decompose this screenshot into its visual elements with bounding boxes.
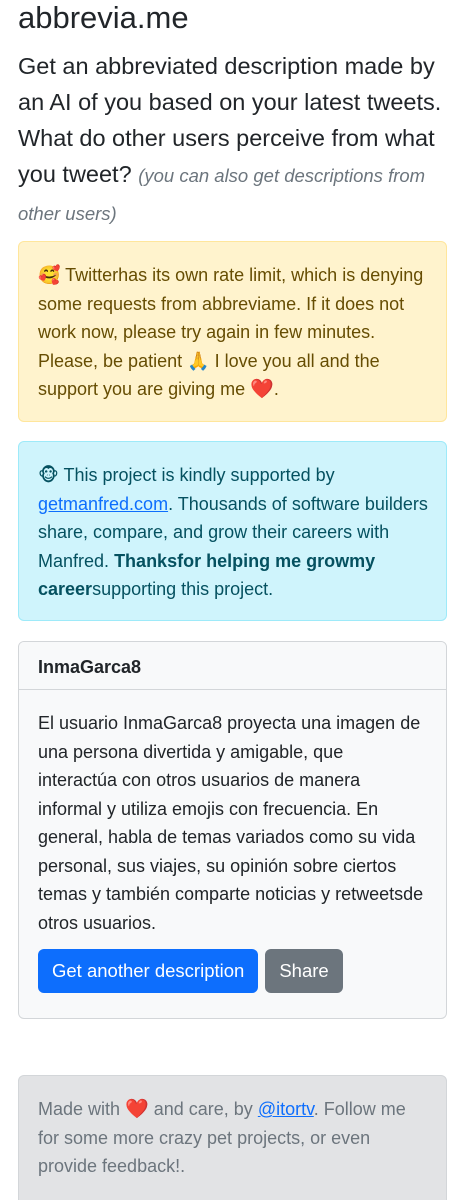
sponsor-link[interactable]: getmanfred.com [38, 494, 168, 514]
smiling-face-with-hearts-icon: 🥰 [38, 265, 61, 285]
sponsor-text-before: This project is kindly supported by [63, 465, 335, 485]
result-card-body: El usuario InmaGarca8 proyecta una image… [19, 690, 446, 993]
footer: Made with ❤️ and care, by @itortv. Follo… [18, 1075, 447, 1200]
site-title: abbrevia.me [18, 0, 189, 35]
sponsor-alert: 🐵 This project is kindly supported by ge… [18, 441, 447, 621]
heart-icon: ❤️ [250, 379, 274, 400]
share-button[interactable]: Share [265, 949, 343, 993]
result-description: El usuario InmaGarca8 proyecta una image… [38, 713, 424, 933]
result-card-username: InmaGarca8 [19, 642, 446, 690]
footer-text-middle: and care, by [153, 1099, 253, 1119]
rate-limit-alert-end: . [273, 379, 279, 399]
sponsor-text-after: supporting this project. [92, 579, 274, 599]
lead-description: Get an abbreviated description made by a… [18, 48, 450, 232]
result-card: InmaGarca8 El usuario InmaGarca8 proyect… [18, 641, 447, 1019]
get-another-description-button[interactable]: Get another description [38, 949, 259, 993]
footer-text-before: Made with [38, 1099, 121, 1119]
monkey-face-icon: 🐵 [38, 465, 59, 485]
heart-icon: ❤️ [125, 1099, 149, 1120]
rate-limit-alert: 🥰 Twitterhas its own rate limit, which i… [18, 241, 447, 422]
folded-hands-icon: 🙏 [187, 350, 210, 371]
page: abbrevia.me Get an abbreviated descripti… [0, 0, 465, 1200]
author-link[interactable]: @itortv [258, 1099, 314, 1119]
